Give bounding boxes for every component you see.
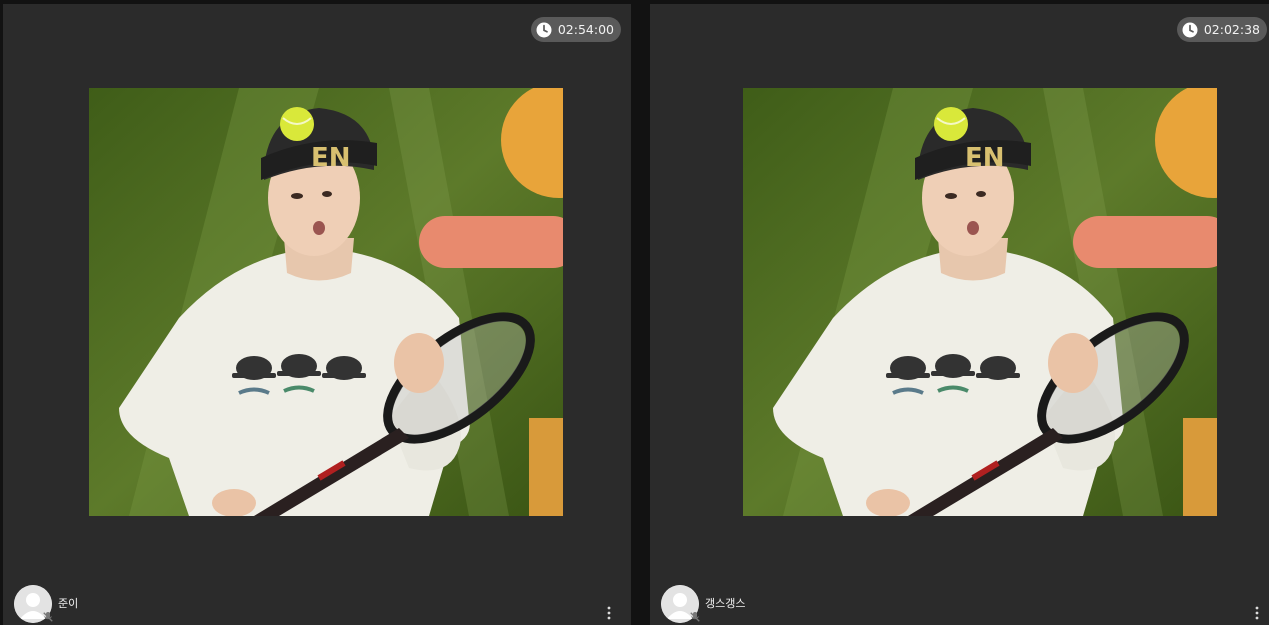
person-with-tennis-racket-image: EN: [743, 88, 1217, 516]
participant-name: 갱스갱스: [705, 597, 746, 610]
person-with-tennis-racket-image: EN: [89, 88, 563, 516]
video-tile-grid: 02:54:00 EN 준이 02:02:38 EN 갱스갱스: [0, 0, 1269, 625]
clock-icon: [1182, 22, 1198, 37]
more-options-button[interactable]: [1249, 603, 1265, 623]
call-duration-badge: 02:02:38: [1176, 17, 1267, 42]
participant-avatar: [14, 585, 53, 623]
svg-text:EN: EN: [965, 143, 1005, 173]
mic-off-icon: [43, 612, 53, 622]
clock-icon: [536, 22, 552, 37]
more-vertical-icon: [1255, 606, 1259, 620]
call-duration-badge: 02:54:00: [530, 17, 621, 42]
more-options-button[interactable]: [601, 603, 617, 623]
participant-tile[interactable]: 02:02:38 EN 갱스갱스: [650, 4, 1269, 625]
participant-tile[interactable]: 02:54:00 EN 준이: [3, 4, 631, 625]
participant-avatar: [661, 585, 700, 623]
participant-video: EN: [89, 88, 563, 516]
svg-text:EN: EN: [311, 143, 351, 173]
call-duration-text: 02:02:38: [1203, 22, 1260, 37]
participant-video: EN: [743, 88, 1217, 516]
call-duration-text: 02:54:00: [557, 22, 614, 37]
participant-name: 준이: [58, 597, 79, 610]
mic-off-icon: [690, 612, 700, 622]
more-vertical-icon: [607, 606, 611, 620]
